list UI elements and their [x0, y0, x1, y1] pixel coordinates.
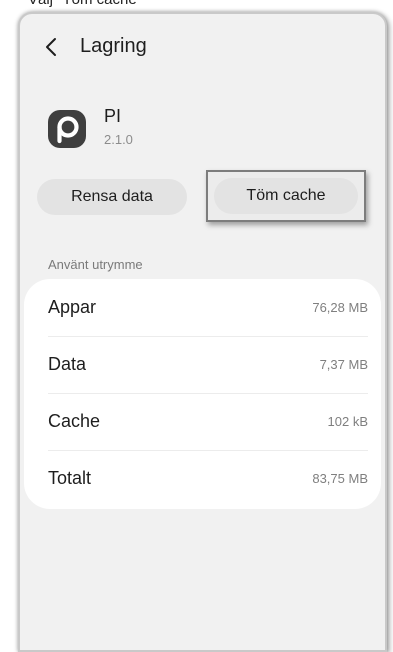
clear-cache-highlight: Töm cache: [206, 170, 366, 222]
app-bar: Lagring: [20, 14, 385, 84]
instruction-text: Välj "Töm cache": [28, 0, 142, 8]
app-name: PI: [104, 106, 122, 126]
storage-row-value: 102 kB: [327, 414, 368, 429]
page-title: Lagring: [80, 35, 147, 57]
storage-row-value: 76,28 MB: [312, 300, 368, 315]
storage-row-total: Totalt 83,75 MB: [48, 450, 368, 507]
instruction-caption: Välj "Töm cache": [0, 0, 393, 10]
p-logo-icon: [48, 110, 86, 148]
storage-row-label: Data: [48, 354, 87, 374]
storage-card: Appar 76,28 MB Data 7,37 MB Cache 102 kB…: [24, 279, 381, 509]
storage-row-cache: Cache 102 kB: [48, 393, 368, 450]
storage-row-label: Appar: [48, 297, 97, 317]
phone-screen: Lagring PI 2.1.0 Rensa data Töm cache An…: [18, 12, 387, 652]
chevron-left-icon: [46, 38, 56, 56]
app-info: PI 2.1.0: [48, 104, 348, 154]
storage-row-apps: Appar 76,28 MB: [48, 279, 368, 336]
storage-row-value: 7,37 MB: [319, 357, 368, 372]
clear-data-button[interactable]: Rensa data: [37, 179, 187, 215]
storage-row-data: Data 7,37 MB: [48, 336, 368, 393]
storage-row-value: 83,75 MB: [312, 471, 368, 486]
section-label: Använt utrymme: [48, 257, 143, 272]
clear-cache-button[interactable]: Töm cache: [214, 178, 358, 214]
storage-row-label: Totalt: [48, 468, 92, 488]
back-button[interactable]: [42, 34, 64, 60]
storage-row-label: Cache: [48, 411, 101, 431]
app-version: 2.1.0: [104, 132, 133, 147]
